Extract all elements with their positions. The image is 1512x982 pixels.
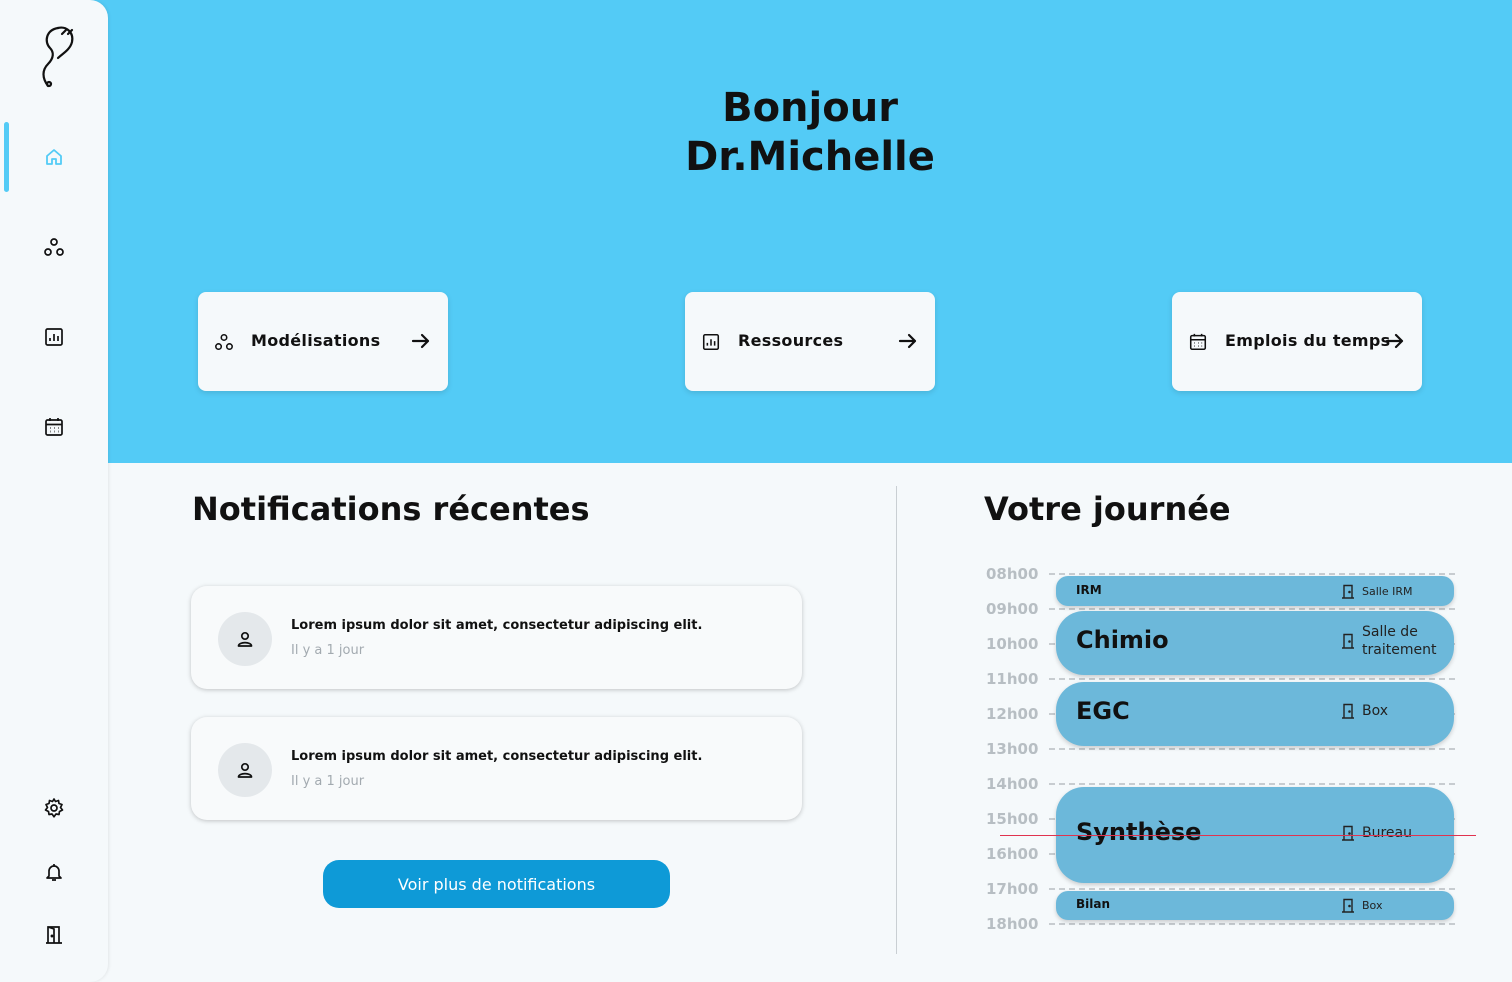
- calendar-icon: [45, 418, 63, 436]
- event-room-label: Bureau: [1362, 825, 1412, 841]
- event-bilan[interactable]: Bilan Box: [1056, 891, 1454, 920]
- shortcut-emplois-du-temps[interactable]: Emplois du temps: [1172, 292, 1422, 391]
- calendar-icon: [1189, 333, 1207, 351]
- event-name: Bilan: [1076, 897, 1111, 911]
- avatar: [218, 743, 272, 797]
- door-icon: [1342, 584, 1354, 599]
- shortcut-modelisations[interactable]: Modélisations: [198, 292, 448, 391]
- nav-notifications[interactable]: [0, 842, 108, 902]
- door-icon: [1342, 703, 1354, 719]
- chart-icon: [702, 333, 720, 351]
- hour-gridline: [1049, 678, 1455, 680]
- hour-label: 10h00: [986, 635, 1039, 653]
- home-icon: [46, 149, 62, 165]
- user-icon: [237, 762, 253, 778]
- section-divider: [896, 486, 897, 954]
- event-room: Box: [1341, 703, 1388, 719]
- hour-gridline: [1049, 783, 1455, 785]
- hour-label: 08h00: [986, 565, 1039, 583]
- hour-gridline: [1049, 888, 1455, 890]
- notification-message: Lorem ipsum dolor sit amet, consectetur …: [291, 618, 703, 633]
- event-irm[interactable]: IRM Salle IRM: [1056, 576, 1454, 606]
- nav-ressources[interactable]: [0, 307, 108, 367]
- arrow-right-icon: [1385, 333, 1404, 349]
- event-room-label: Box: [1362, 703, 1389, 719]
- notification-item[interactable]: Lorem ipsum dolor sit amet, consectetur …: [191, 586, 802, 689]
- hour-label: 13h00: [986, 740, 1039, 758]
- door-exit-icon: [46, 926, 62, 944]
- nav-emplois[interactable]: [0, 397, 108, 457]
- hour-label: 14h00: [986, 775, 1039, 793]
- shortcut-label: Emplois du temps: [1225, 331, 1391, 350]
- event-room: Salle IRM: [1341, 584, 1412, 599]
- event-name: Chimio: [1076, 626, 1169, 654]
- arrow-right-icon: [411, 333, 430, 349]
- shortcut-label: Modélisations: [251, 331, 381, 350]
- notification-item[interactable]: Lorem ipsum dolor sit amet, consectetur …: [191, 717, 802, 820]
- chart-icon: [45, 328, 63, 346]
- hour-gridline: [1049, 573, 1455, 575]
- event-room: Salle de traitement: [1341, 623, 1436, 659]
- stethoscope-logo-icon: [42, 26, 74, 88]
- current-time-line: [1000, 835, 1476, 836]
- notification-time: Il y a 1 jour: [291, 643, 365, 658]
- nav-logout[interactable]: [0, 905, 108, 965]
- event-room-line1: Salle de: [1362, 624, 1418, 640]
- greeting: Bonjour Dr.Michelle: [560, 84, 1060, 182]
- hour-label: 11h00: [986, 670, 1039, 688]
- event-room-label: Salle IRM: [1362, 585, 1413, 598]
- event-name: Synthèse: [1076, 818, 1202, 846]
- event-chimio[interactable]: Chimio Salle de traitement: [1056, 611, 1454, 675]
- gear-icon: [44, 798, 64, 818]
- nav-settings[interactable]: [0, 778, 108, 838]
- event-room-label: Box: [1362, 899, 1383, 912]
- hero-banner: [0, 0, 1512, 463]
- hour-label: 12h00: [986, 705, 1039, 723]
- avatar: [218, 612, 272, 666]
- user-icon: [237, 631, 253, 647]
- hour-label: 09h00: [986, 600, 1039, 618]
- see-more-notifications-button[interactable]: Voir plus de notifications: [323, 860, 670, 908]
- circles-icon: [215, 333, 233, 351]
- event-name: IRM: [1076, 583, 1102, 597]
- hour-label: 18h00: [986, 915, 1039, 933]
- shortcut-ressources[interactable]: Ressources: [685, 292, 935, 391]
- door-icon: [1342, 633, 1354, 649]
- hour-gridline: [1049, 608, 1455, 610]
- sidebar: [0, 0, 108, 982]
- event-room: Box: [1341, 898, 1382, 913]
- door-icon: [1342, 825, 1354, 841]
- event-name: EGC: [1076, 697, 1130, 725]
- door-icon: [1342, 898, 1354, 913]
- notifications-title: Notifications récentes: [192, 490, 590, 528]
- greeting-line1: Bonjour: [722, 85, 898, 131]
- hour-label: 16h00: [986, 845, 1039, 863]
- notification-time: Il y a 1 jour: [291, 774, 365, 789]
- hour-label: 15h00: [986, 810, 1039, 828]
- arrow-right-icon: [898, 333, 917, 349]
- hour-label: 17h00: [986, 880, 1039, 898]
- hour-gridline: [1049, 748, 1455, 750]
- bell-icon: [46, 864, 62, 881]
- greeting-doctor-name: Dr.Michelle: [685, 134, 935, 180]
- event-room: Bureau: [1341, 825, 1412, 841]
- shortcut-label: Ressources: [738, 331, 844, 350]
- nav-home[interactable]: [0, 127, 108, 187]
- day-title: Votre journée: [984, 490, 1231, 528]
- hour-gridline: [1049, 923, 1455, 925]
- notification-message: Lorem ipsum dolor sit amet, consectetur …: [291, 749, 703, 764]
- event-room-line2: traitement: [1362, 642, 1437, 658]
- circles-icon: [44, 238, 64, 256]
- nav-modelisations[interactable]: [0, 217, 108, 277]
- event-egc[interactable]: EGC Box: [1056, 682, 1454, 746]
